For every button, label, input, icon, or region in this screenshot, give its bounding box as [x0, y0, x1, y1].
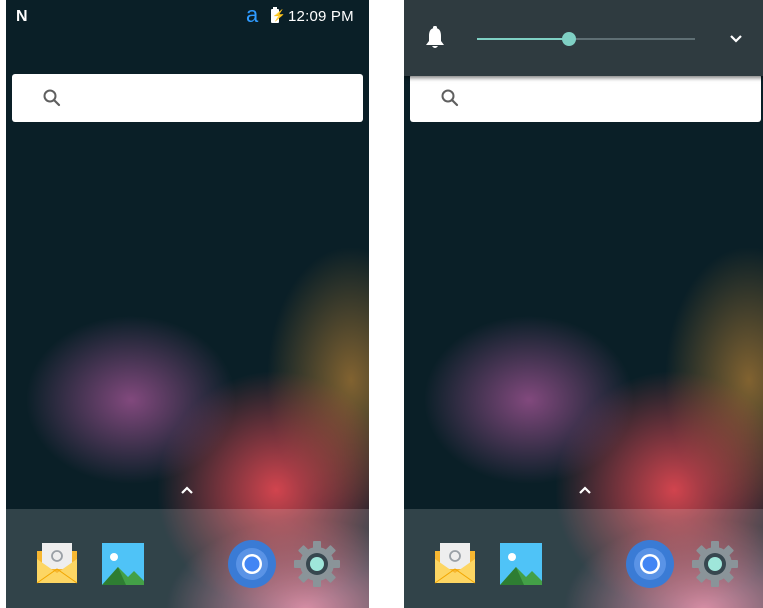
status-clock: 12:09 PM [288, 8, 354, 25]
search-icon [441, 89, 459, 107]
battery-bolt-glyph: ⚡ [272, 10, 286, 22]
dock [404, 509, 763, 608]
bell-icon[interactable] [424, 26, 446, 50]
home-screen-left: N a ⚡ 12:09 PM [6, 0, 369, 608]
chevron-down-icon[interactable] [728, 30, 744, 46]
email-icon[interactable] [32, 539, 82, 589]
dock [6, 509, 369, 608]
search-bar[interactable] [410, 74, 761, 122]
chrome-icon[interactable] [625, 539, 675, 589]
volume-slider-thumb[interactable] [561, 32, 576, 46]
a-notification-icon: a [246, 2, 259, 27]
chrome-icon[interactable] [227, 539, 277, 589]
status-bar: N a ⚡ 12:09 PM [6, 0, 369, 34]
volume-slider[interactable] [477, 32, 695, 46]
n-logo-icon: N [16, 8, 28, 25]
home-screen-right [404, 0, 763, 608]
settings-icon[interactable] [292, 539, 342, 589]
gallery-icon[interactable] [496, 539, 546, 589]
app-drawer-up-icon[interactable] [179, 484, 195, 496]
volume-slider-fill [477, 38, 569, 40]
email-icon[interactable] [430, 539, 480, 589]
gallery-icon[interactable] [98, 539, 148, 589]
app-drawer-up-icon[interactable] [577, 484, 593, 496]
battery-charging-icon: ⚡ [271, 7, 286, 23]
volume-panel [404, 0, 763, 76]
screenshot-pair: N a ⚡ 12:09 PM [0, 0, 763, 608]
settings-icon[interactable] [690, 539, 740, 589]
search-icon [43, 89, 61, 107]
search-bar[interactable] [12, 74, 363, 122]
